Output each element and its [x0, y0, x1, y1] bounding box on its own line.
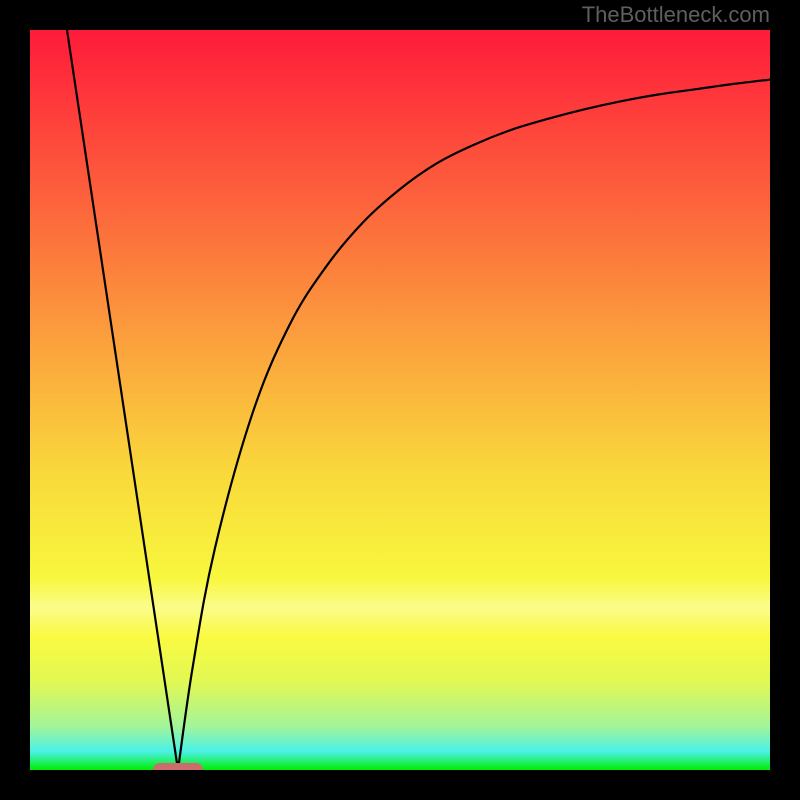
minimum-marker — [153, 763, 203, 770]
plot-area — [30, 30, 770, 770]
watermark-text: TheBottleneck.com — [582, 2, 770, 28]
data-curve — [30, 30, 770, 770]
chart-container: TheBottleneck.com — [0, 0, 800, 800]
